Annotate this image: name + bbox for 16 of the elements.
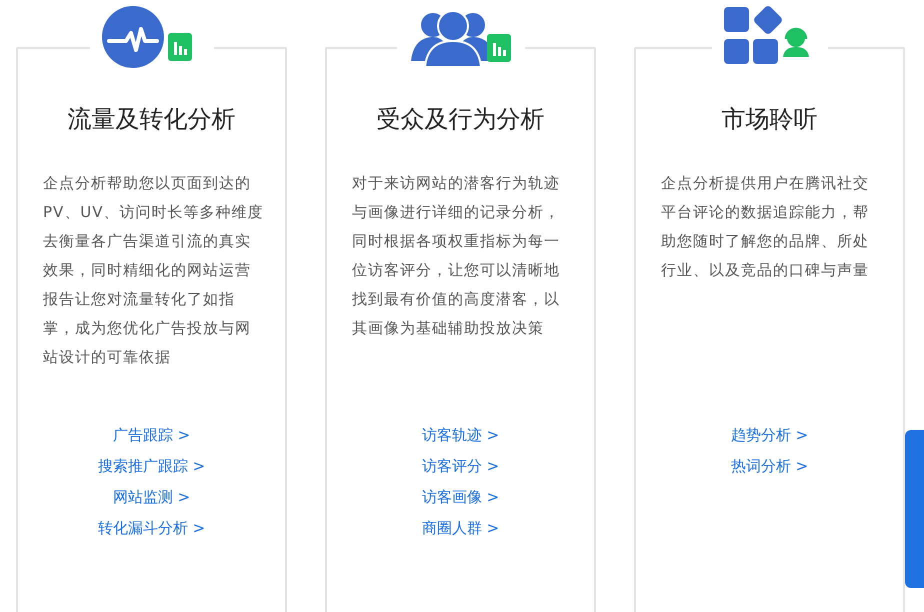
card-description: 企点分析提供用户在腾讯社交平台评论的数据追踪能力，帮助您随时了解您的品牌、所处行业、以及竞品的口碑与声量 [661, 173, 870, 281]
feature-link[interactable]: 广告跟踪 > [112, 425, 190, 446]
feature-link[interactable]: 商圈人群 > [422, 518, 500, 539]
feature-link[interactable]: 访客画像 > [422, 487, 500, 508]
card-title: 受众及行为分析 [376, 104, 546, 135]
feature-link[interactable]: 网站监测 > [112, 487, 190, 508]
feature-link[interactable]: 访客评分 > [422, 456, 500, 477]
feature-link[interactable]: 趋势分析 > [730, 425, 808, 446]
card-title: 市场聆听 [720, 104, 818, 135]
feature-link[interactable]: 转化漏斗分析 > [98, 518, 206, 539]
card-description: 对于来访网站的潜客行为轨迹与画像进行详细的记录分析，同时根据各项权重指标为每一位访客评分，让您可以清晰地找到最有价值的高度潜客，以其画像为基础辅助投放决策 [352, 173, 561, 339]
card-title: 流量及转化分析 [66, 104, 236, 135]
feature-link[interactable]: 搜索推广跟踪 > [98, 456, 206, 477]
feature-link[interactable]: 热词分析 > [730, 456, 808, 477]
feature-link[interactable]: 访客轨迹 > [422, 425, 500, 446]
card-description: 企点分析帮助您以页面到达的PV、UV、访问时长等多种维度去衡量各广告渠道引流的真实效果，同时精细化的网站运营报告让您对流量转化了如指掌，成为您优化广告投放与网站设计的可靠依据 [43, 173, 264, 368]
